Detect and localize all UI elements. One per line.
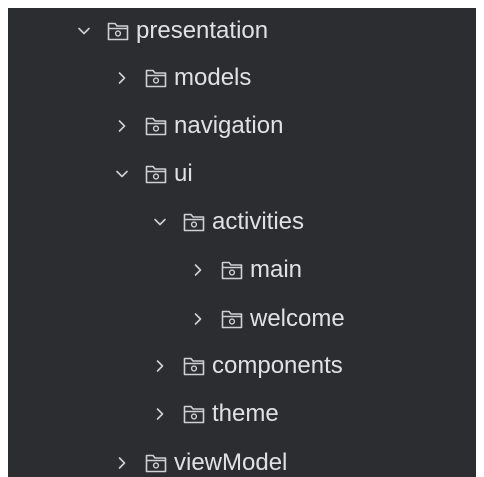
package-folder-icon (220, 259, 244, 281)
tree-item-label: activities (212, 208, 305, 235)
tree-item-viewmodel[interactable]: viewModel (8, 443, 476, 477)
package-folder-icon (182, 355, 206, 377)
tree-item-ui[interactable]: ui (8, 154, 476, 194)
chevron-right-icon[interactable] (112, 116, 132, 136)
tree-item-label: models (174, 64, 252, 91)
tree-item-activities[interactable]: activities (8, 202, 476, 242)
project-tree-panel: presentation models navigation ui activi… (8, 8, 476, 477)
chevron-right-icon[interactable] (150, 356, 170, 376)
chevron-right-icon[interactable] (188, 309, 208, 329)
tree-item-theme[interactable]: theme (8, 394, 476, 434)
package-folder-icon (106, 20, 130, 42)
chevron-down-icon[interactable] (150, 212, 170, 232)
tree-item-components[interactable]: components (8, 346, 476, 386)
chevron-right-icon[interactable] (150, 404, 170, 424)
package-folder-icon (144, 452, 168, 474)
chevron-right-icon[interactable] (188, 260, 208, 280)
tree-item-label: ui (174, 160, 193, 187)
tree-item-label: components (212, 352, 343, 379)
chevron-down-icon[interactable] (74, 21, 94, 41)
tree-item-models[interactable]: models (8, 58, 476, 98)
chevron-right-icon[interactable] (112, 453, 132, 473)
chevron-right-icon[interactable] (112, 68, 132, 88)
package-folder-icon (144, 115, 168, 137)
chevron-down-icon[interactable] (112, 164, 132, 184)
tree-item-label: navigation (174, 112, 284, 139)
tree-item-presentation[interactable]: presentation (8, 11, 476, 51)
tree-item-navigation[interactable]: navigation (8, 106, 476, 146)
package-folder-icon (182, 211, 206, 233)
tree-item-label: main (250, 256, 303, 283)
tree-item-label: welcome (250, 305, 345, 332)
tree-item-label: presentation (136, 17, 269, 44)
tree-item-label: theme (212, 400, 279, 427)
tree-item-welcome[interactable]: welcome (8, 299, 476, 339)
tree-item-label: viewModel (174, 449, 288, 476)
package-folder-icon (144, 67, 168, 89)
package-folder-icon (182, 403, 206, 425)
tree-item-main[interactable]: main (8, 250, 476, 290)
package-folder-icon (144, 163, 168, 185)
package-folder-icon (220, 308, 244, 330)
